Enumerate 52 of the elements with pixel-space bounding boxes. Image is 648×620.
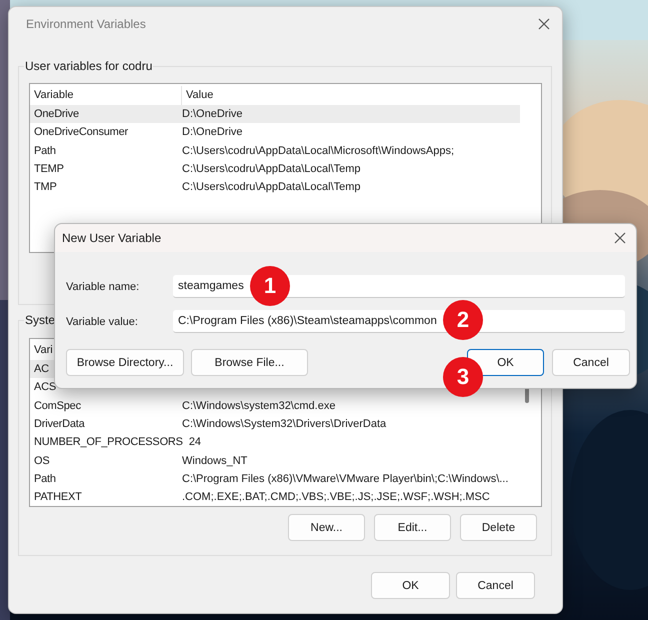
- list-row[interactable]: OS Windows_NT: [30, 451, 520, 470]
- dialog-button[interactable]: OK: [467, 349, 544, 376]
- variable-value: C:\Users\codru\AppData\Local\Temp: [181, 181, 361, 194]
- list-row[interactable]: TEMP C:\Users\codru\AppData\Local\Temp: [30, 160, 520, 178]
- variable-name: ComSpec: [33, 400, 82, 412]
- variable-value: C:\Users\codru\AppData\Local\Temp: [181, 163, 361, 176]
- variable-name: DriverData: [33, 418, 86, 430]
- action-button[interactable]: Delete: [460, 514, 537, 541]
- dialog-button[interactable]: Browse Directory...: [66, 349, 184, 376]
- dialog-button[interactable]: Cancel: [456, 572, 535, 599]
- list-row[interactable]: OneDriveConsumer D:\OneDrive: [30, 123, 520, 142]
- variable-name: PATHEXT: [33, 491, 83, 504]
- list-row[interactable]: OneDrive D:\OneDrive: [30, 105, 520, 124]
- field-label: Variable name:: [66, 280, 140, 292]
- group-label: Syste: [24, 313, 56, 327]
- list-row[interactable]: Path C:\Users\codru\AppData\Local\Microsoft\WindowsApps;: [30, 142, 520, 160]
- list-row[interactable]: DriverData C:\Windows\System32\Drivers\DriverData: [30, 414, 520, 434]
- variable-value: 24: [188, 436, 202, 448]
- variable-name: OneDrive: [33, 108, 80, 120]
- variable-value: D:\OneDrive: [181, 126, 243, 138]
- list-row[interactable]: TMP C:\Users\codru\AppData\Local\Temp: [30, 178, 520, 196]
- variable-value: C:\Program Files (x86)\VMware\VMware Player\bin\;C:\Windows\...: [181, 472, 508, 485]
- dialog-title: New User Variable: [62, 231, 162, 245]
- variable-name: TMP: [33, 181, 58, 194]
- dialog-button[interactable]: OK: [371, 572, 450, 599]
- variable-value: .COM;.EXE;.BAT;.CMD;.VBS;.VBE;.JS;.JSE;.WSF;.WSH;.MSC: [181, 491, 490, 504]
- action-button[interactable]: New...: [288, 514, 365, 541]
- field-label: Variable value:: [66, 316, 139, 328]
- variable-value: D:\OneDrive: [181, 108, 243, 120]
- group-label: User variables for codru: [24, 59, 154, 73]
- variable-value: C:\Users\codru\AppData\Local\Microsoft\WindowsApps;: [181, 144, 454, 157]
- close-icon[interactable]: [538, 18, 550, 30]
- dialog-button[interactable]: Browse File...: [191, 349, 308, 376]
- list-row[interactable]: PATHEXT .COM;.EXE;.BAT;.CMD;.VBS;.VBE;.JS;.JSE;.WSF;.WSH;.MSC: [30, 488, 520, 506]
- variable-name: ACS: [33, 381, 58, 394]
- variable-name: Path: [33, 144, 57, 157]
- variable-name: TEMP: [33, 163, 65, 176]
- column-header[interactable]: Value: [182, 86, 214, 105]
- close-icon[interactable]: [614, 232, 626, 244]
- variable-value: C:\Windows\System32\Drivers\DriverData: [181, 418, 386, 430]
- variable-name: NUMBER_OF_PROCESSORS: [33, 436, 184, 448]
- window-title: Environment Variables: [26, 17, 146, 31]
- variable-name: Path: [33, 472, 57, 485]
- variable-name: OS: [33, 454, 50, 467]
- variable-name: OneDriveConsumer: [33, 126, 130, 138]
- variable-value: Windows_NT: [181, 454, 248, 467]
- dialog-button[interactable]: Cancel: [552, 349, 630, 376]
- list-row[interactable]: NUMBER_OF_PROCESSORS 24: [30, 433, 520, 452]
- variable-value: C:\Windows\system32\cmd.exe: [181, 400, 336, 412]
- list-row[interactable]: Path C:\Program Files (x86)\VMware\VMware Player\bin\;C:\Windows\...: [30, 470, 520, 488]
- action-button[interactable]: Edit...: [374, 514, 451, 541]
- list-row[interactable]: ComSpec C:\Windows\system32\cmd.exe: [30, 396, 520, 415]
